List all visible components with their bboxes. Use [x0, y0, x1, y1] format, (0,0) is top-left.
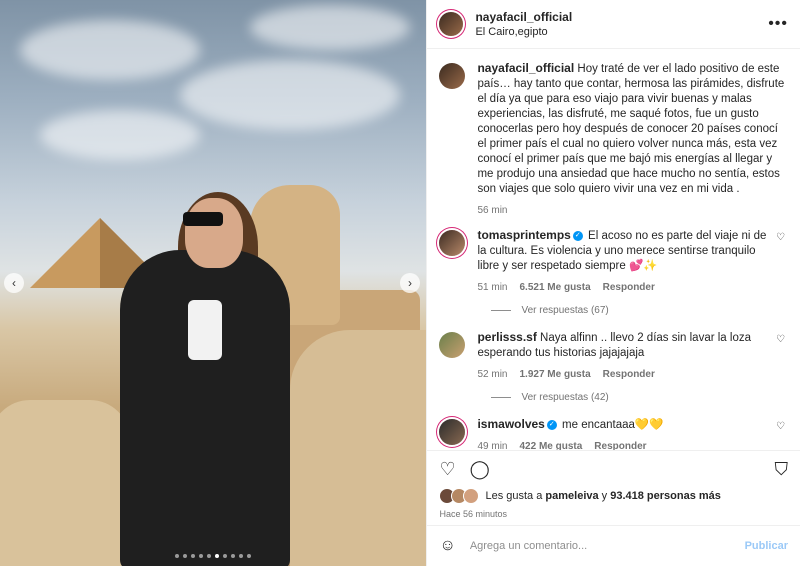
emoji-icon[interactable]: ☺: [439, 537, 455, 555]
comment-username[interactable]: ismawolves: [477, 417, 544, 431]
view-replies-button[interactable]: Ver respuestas (67): [491, 305, 788, 316]
post-location[interactable]: El Cairo,egipto: [475, 26, 768, 38]
view-replies-button[interactable]: Ver respuestas (42): [491, 392, 788, 403]
comment-item: tomasprintemps ✓ El acoso no es parte del…: [439, 228, 788, 295]
carousel-dot: [207, 554, 212, 558]
comment-likes[interactable]: 422 Me gusta: [519, 439, 582, 450]
likes-count[interactable]: 93.418 personas más: [610, 490, 721, 502]
comment-avatar[interactable]: [439, 230, 466, 256]
caption: nayafacil_official Hoy traté de ver el l…: [439, 61, 788, 218]
carousel-dot: [223, 554, 228, 558]
reply-button[interactable]: Responder: [594, 439, 646, 450]
post-sidebar: nayafacil_official El Cairo,egipto ••• n…: [426, 0, 800, 566]
caption-text: Hoy traté de ver el lado positivo de est…: [477, 63, 785, 195]
chevron-left-icon: ‹: [12, 276, 16, 290]
post-photo[interactable]: ‹ ›: [0, 0, 427, 566]
comment-item: perlisss.sf Naya alfinn .. llevo 2 días …: [439, 330, 788, 382]
comment-time[interactable]: 51 min: [477, 280, 507, 295]
comment-like-icon[interactable]: ♡: [776, 334, 788, 382]
post-time: Hace 56 minutos: [439, 509, 508, 519]
comment-time[interactable]: 49 min: [477, 439, 507, 450]
comment-like-icon[interactable]: ♡: [776, 421, 788, 450]
comment-username[interactable]: tomasprintemps: [477, 228, 570, 242]
carousel-dot: [239, 554, 244, 558]
chevron-right-icon: ›: [408, 276, 412, 290]
post-modal: ‹ › nayafacil_official El Cairo,egipto •…: [0, 0, 800, 566]
post-actions: ♡ ◯ ⛉ Les gusta a pameleiva y 93.418 per…: [427, 450, 800, 525]
caption-time[interactable]: 56 min: [477, 203, 507, 218]
comment-likes[interactable]: 6.521 Me gusta: [519, 280, 590, 295]
likers-avatars: [439, 488, 480, 504]
carousel-dots: [0, 554, 426, 558]
carousel-dot: [247, 554, 252, 558]
carousel-dot: [191, 554, 196, 558]
comment-likes[interactable]: 1.927 Me gusta: [519, 367, 590, 382]
caption-username[interactable]: nayafacil_official: [477, 61, 574, 75]
heart-icon[interactable]: ♡: [439, 459, 455, 480]
comment-time[interactable]: 52 min: [477, 367, 507, 382]
carousel-dot: [199, 554, 204, 558]
author-username[interactable]: nayafacil_official: [475, 10, 768, 24]
post-header: nayafacil_official El Cairo,egipto •••: [427, 0, 800, 49]
comment-username[interactable]: perlisss.sf: [477, 330, 536, 344]
comment-avatar[interactable]: [439, 419, 466, 445]
person-figure: [120, 250, 290, 566]
author-avatar[interactable]: [439, 12, 464, 36]
comment-text: me encantaaa💛💛: [562, 419, 664, 431]
caption-avatar[interactable]: [439, 63, 466, 89]
carousel-prev-button[interactable]: ‹: [4, 273, 24, 293]
comment-input[interactable]: [467, 539, 745, 553]
comment-icon[interactable]: ◯: [470, 459, 490, 480]
reply-button[interactable]: Responder: [603, 280, 655, 295]
likes-summary[interactable]: Les gusta a pameleiva y 93.418 personas …: [439, 488, 788, 504]
bookmark-icon[interactable]: ⛉: [775, 459, 789, 480]
add-comment-bar: ☺ Publicar: [427, 525, 800, 566]
carousel-dot: [175, 554, 180, 558]
verified-badge-icon: ✓: [572, 230, 583, 241]
reply-button[interactable]: Responder: [603, 367, 655, 382]
comments-list[interactable]: nayafacil_official Hoy traté de ver el l…: [427, 49, 800, 450]
verified-badge-icon: ✓: [546, 419, 557, 430]
comment-item: ismawolves ✓ me encantaaa💛💛 49 min 422 Me…: [439, 417, 788, 450]
liker-username[interactable]: pameleiva: [545, 490, 598, 502]
carousel-dot: [215, 554, 220, 558]
carousel-dot: [183, 554, 188, 558]
comment-like-icon[interactable]: ♡: [776, 232, 788, 295]
carousel-next-button[interactable]: ›: [400, 273, 420, 293]
comment-avatar[interactable]: [439, 332, 466, 358]
carousel-dot: [231, 554, 236, 558]
more-options-icon[interactable]: •••: [768, 15, 788, 33]
post-comment-button[interactable]: Publicar: [745, 540, 788, 552]
